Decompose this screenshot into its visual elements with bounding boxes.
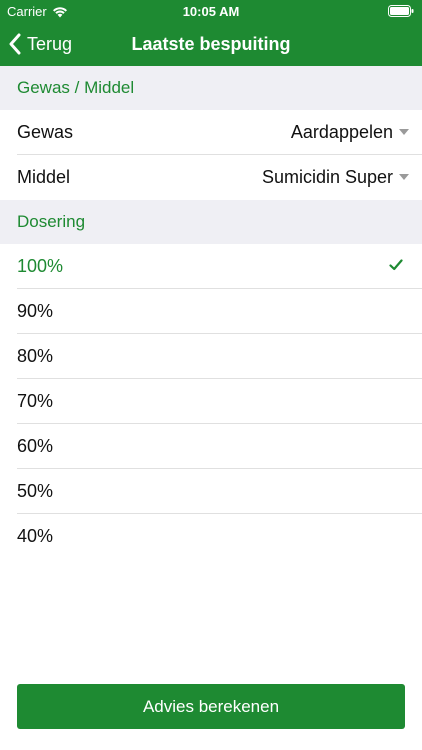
dosage-option-70[interactable]: 70% xyxy=(0,379,422,424)
section-header-crop: Gewas / Middel xyxy=(0,66,422,110)
battery-icon xyxy=(388,5,414,17)
status-bar: Carrier 10:05 AM xyxy=(0,0,422,22)
agent-label: Middel xyxy=(17,167,71,187)
dosage-label: 100% xyxy=(17,256,64,276)
calculate-advice-button[interactable]: Advies berekenen xyxy=(17,684,405,729)
dosage-option-90[interactable]: 90% xyxy=(0,289,422,334)
dosage-option-40[interactable]: 40% xyxy=(0,514,422,559)
dosage-label: 70% xyxy=(17,391,54,411)
section-header-dosage: Dosering xyxy=(0,200,422,244)
caret-down-icon xyxy=(399,129,409,135)
caret-down-icon xyxy=(399,174,409,180)
status-time: 10:05 AM xyxy=(182,4,240,19)
dosage-option-50[interactable]: 50% xyxy=(0,469,422,514)
page-title: Laatste bespuiting xyxy=(131,34,291,54)
crop-label: Gewas xyxy=(17,122,74,142)
dosage-label: 40% xyxy=(17,526,54,546)
navigation-bar: Terug Laatste bespuiting xyxy=(0,22,422,66)
dosage-label: 50% xyxy=(17,481,54,501)
dosage-option-100[interactable]: 100% xyxy=(0,244,422,289)
crop-select-row[interactable]: Gewas Aardappelen xyxy=(0,110,422,155)
dosage-option-80[interactable]: 80% xyxy=(0,334,422,379)
dosage-label: 90% xyxy=(17,301,54,321)
agent-select-row[interactable]: Middel Sumicidin Super xyxy=(0,155,422,200)
dosage-option-60[interactable]: 60% xyxy=(0,424,422,469)
app-header: Carrier 10:05 AM Terug Laatste bespuitin… xyxy=(0,0,422,66)
crop-value: Aardappelen xyxy=(290,122,393,142)
dosage-label: 60% xyxy=(17,436,54,456)
checkmark-icon xyxy=(389,259,403,271)
agent-value: Sumicidin Super xyxy=(261,167,393,187)
dosage-label: 80% xyxy=(17,346,54,366)
